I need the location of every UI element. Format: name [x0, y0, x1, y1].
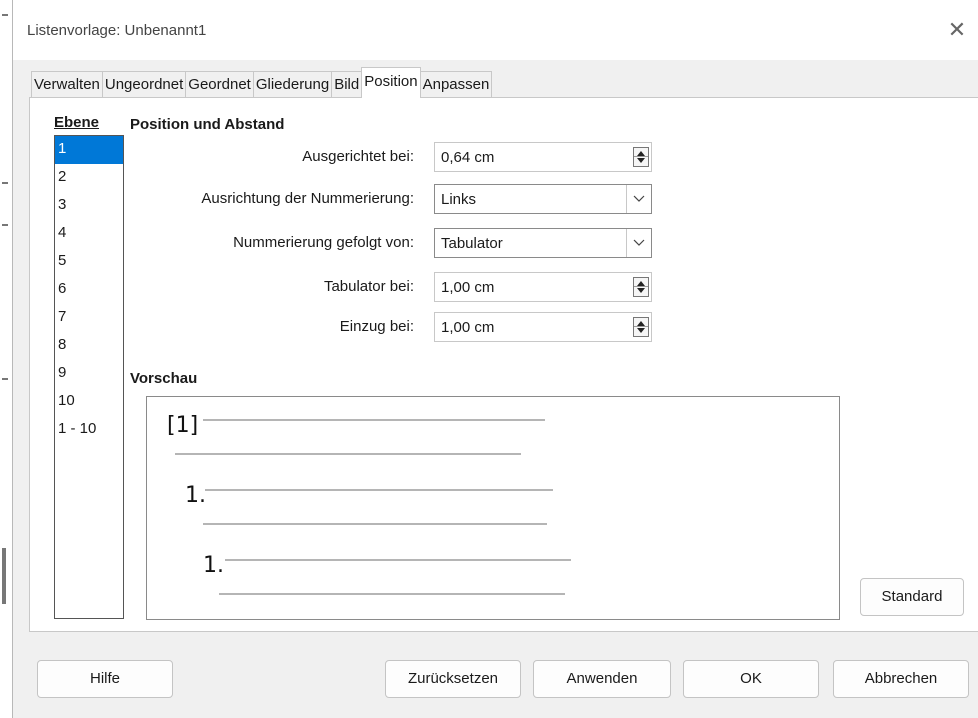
tab-at-value: 1,00 cm — [441, 279, 495, 296]
aligned-at-value: 0,64 cm — [441, 149, 495, 166]
aligned-at-spinfield[interactable]: 0,64 cm — [434, 142, 652, 172]
preview-number-level-3: 1. — [203, 553, 224, 578]
ok-button-label: OK — [740, 670, 762, 687]
preview-box: [1] 1. 1. — [146, 396, 840, 620]
preview-line — [205, 489, 553, 491]
standard-button[interactable]: Standard — [860, 578, 964, 616]
level-item[interactable]: 10 — [55, 388, 123, 416]
spin-arrows-icon[interactable] — [633, 277, 649, 297]
indent-at-value: 1,00 cm — [441, 319, 495, 336]
cancel-button-label: Abbrechen — [864, 670, 938, 687]
level-item[interactable]: 3 — [55, 192, 123, 220]
numbering-followed-by-select[interactable]: Tabulator — [434, 228, 652, 258]
numbering-alignment-label: Ausrichtung der Nummerierung: — [201, 190, 414, 207]
chevron-down-icon[interactable] — [626, 185, 651, 213]
cancel-button[interactable]: Abbrechen — [833, 660, 969, 698]
tab-geordnet[interactable]: Geordnet — [185, 71, 254, 98]
tab-ungeordnet[interactable]: Ungeordnet — [101, 71, 187, 98]
ok-button[interactable]: OK — [683, 660, 819, 698]
level-item[interactable]: 8 — [55, 332, 123, 360]
tab-gliederung[interactable]: Gliederung — [252, 71, 333, 98]
preview-line — [219, 593, 565, 595]
numbering-alignment-select[interactable]: Links — [434, 184, 652, 214]
apply-button-label: Anwenden — [566, 670, 638, 687]
standard-button-label: Standard — [881, 588, 943, 605]
title-bar: Listenvorlage: Unbenannt1 ✕ — [13, 0, 978, 60]
tab-at-label: Tabulator bei: — [323, 278, 414, 295]
indent-at-row: Einzug bei: 1,00 cm — [130, 312, 652, 344]
level-item[interactable]: 2 — [55, 164, 123, 192]
position-section-title: Position und Abstand — [130, 116, 285, 133]
numbering-alignment-value: Links — [441, 191, 477, 208]
background-window-edge — [0, 0, 12, 718]
preview-number-level-2: 1. — [185, 483, 206, 508]
level-item[interactable]: 1 — [55, 136, 123, 164]
level-item[interactable]: 9 — [55, 360, 123, 388]
apply-button[interactable]: Anwenden — [533, 660, 671, 698]
indent-at-spinfield[interactable]: 1,00 cm — [434, 312, 652, 342]
tab-anpassen[interactable]: Anpassen — [419, 71, 493, 98]
dialog-title: Listenvorlage: Unbenannt1 — [27, 22, 207, 39]
preview-line — [203, 523, 547, 525]
help-button[interactable]: Hilfe — [37, 660, 173, 698]
tab-at-row: Tabulator bei: 1,00 cm — [130, 272, 652, 304]
preview-line — [203, 419, 545, 421]
numbering-followed-by-row: Nummerierung gefolgt von: Tabulator — [130, 228, 652, 260]
tab-at-spinfield[interactable]: 1,00 cm — [434, 272, 652, 302]
numbering-followed-by-label: Nummerierung gefolgt von: — [233, 234, 414, 251]
preview-number-level-1: [1] — [167, 413, 199, 438]
preview-line — [225, 559, 571, 561]
list-style-dialog: Listenvorlage: Unbenannt1 ✕ Verwalten Un… — [12, 0, 978, 718]
level-item[interactable]: 4 — [55, 220, 123, 248]
tab-bild[interactable]: Bild — [331, 71, 363, 98]
tab-position[interactable]: Position — [361, 67, 421, 98]
level-item[interactable]: 1 - 10 — [55, 416, 123, 444]
preview-section-title: Vorschau — [130, 370, 198, 387]
reset-button-label: Zurücksetzen — [407, 670, 499, 687]
level-item[interactable]: 6 — [55, 276, 123, 304]
aligned-at-row: Ausgerichtet bei: 0,64 cm — [130, 142, 652, 174]
level-item[interactable]: 7 — [55, 304, 123, 332]
tab-verwalten[interactable]: Verwalten — [31, 71, 103, 98]
level-list[interactable]: 1 2 3 4 5 6 7 8 9 10 1 - 10 — [54, 135, 124, 619]
level-list-title: Ebene — [54, 114, 100, 131]
spin-arrows-icon[interactable] — [633, 147, 649, 167]
position-tab-panel: Ebene 1 2 3 4 5 6 7 8 9 10 1 - 10 Positi… — [29, 97, 978, 632]
chevron-down-icon[interactable] — [626, 229, 651, 257]
reset-button[interactable]: Zurücksetzen — [385, 660, 521, 698]
preview-line — [175, 453, 521, 455]
numbering-alignment-row: Ausrichtung der Nummerierung: Links — [130, 184, 652, 216]
tab-bar: Verwalten Ungeordnet Geordnet Gliederung… — [31, 67, 493, 98]
help-button-label: Hilfe — [89, 670, 120, 687]
level-item[interactable]: 5 — [55, 248, 123, 276]
aligned-at-label: Ausgerichtet bei: — [302, 148, 414, 165]
numbering-followed-by-value: Tabulator — [441, 235, 503, 252]
close-icon[interactable]: ✕ — [941, 14, 973, 46]
spin-arrows-icon[interactable] — [633, 317, 649, 337]
indent-at-label: Einzug bei: — [339, 318, 414, 335]
